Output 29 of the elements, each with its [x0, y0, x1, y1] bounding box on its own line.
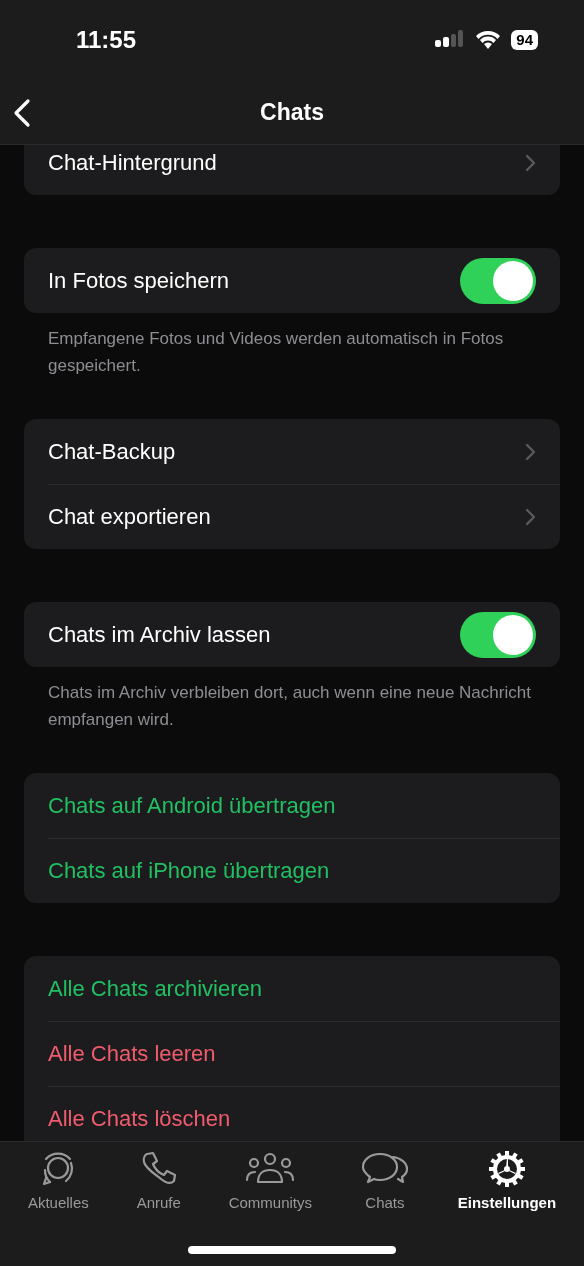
gear-icon — [486, 1150, 527, 1188]
status-time: 11:55 — [76, 26, 137, 54]
footer-note: Empfangene Fotos und Videos werden automatisch in Fotos gespeichert. — [47, 328, 505, 377]
settings-row[interactable]: Chat exportieren — [24, 484, 560, 549]
back-icon[interactable] — [12, 98, 32, 128]
tab-item[interactable]: Chats — [359, 1150, 410, 1211]
setting-label: In Fotos speichern — [48, 267, 230, 294]
action-row[interactable]: Chats auf iPhone übertragen — [24, 838, 560, 903]
setting-label: Chats im Archiv lassen — [48, 621, 272, 648]
chevron-icon — [525, 442, 536, 461]
tab-item[interactable]: Communitys — [228, 1150, 313, 1211]
chevron-icon — [525, 507, 536, 526]
footer-note: Chats im Archiv verbleiben dort, auch wenn eine neue Nachricht empfangen wird. — [47, 682, 532, 731]
toggle-switch[interactable] — [460, 257, 536, 304]
chevron-icon — [525, 153, 536, 172]
toggle-switch[interactable] — [460, 611, 536, 658]
wifi-icon — [475, 30, 502, 50]
tab-item[interactable]: Einstellungen — [457, 1150, 557, 1211]
battery-level: 94 — [511, 30, 538, 50]
action-row[interactable]: Alle Chats archivieren — [24, 956, 560, 1021]
settings-row[interactable]: Chat-Backup — [24, 419, 560, 484]
tab-item[interactable]: Anrufe — [136, 1150, 181, 1211]
screen-title: Chats — [260, 98, 324, 126]
action-row[interactable]: Alle Chats leeren — [24, 1021, 560, 1086]
action-row[interactable]: Alle Chats löschen — [24, 1086, 560, 1141]
action-row[interactable]: Chats auf Android übertragen — [24, 773, 560, 838]
tab-item[interactable]: Aktuelles — [27, 1150, 89, 1211]
settings-row[interactable]: Chat-Hintergrund — [24, 145, 560, 195]
signal-icon — [435, 30, 466, 50]
